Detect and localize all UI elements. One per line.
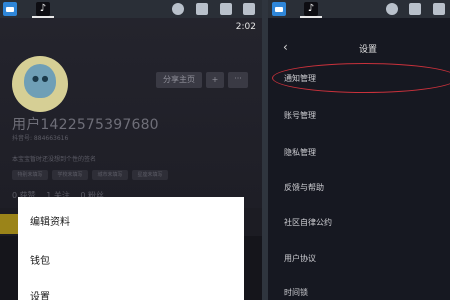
setting-item-account[interactable]: 账号管理 <box>284 110 316 121</box>
window-icon[interactable] <box>220 3 232 15</box>
menu-item-edit-profile[interactable]: 编辑资料 <box>30 213 70 228</box>
tiktok-app-icon[interactable]: ♪ <box>304 2 318 16</box>
share-profile-button[interactable]: 分享主页 <box>156 72 202 88</box>
active-tab-indicator <box>300 16 322 18</box>
profile-menu-sheet: 编辑资料 钱包 设置 <box>18 197 244 300</box>
user-icon[interactable] <box>172 3 184 15</box>
minimize-icon[interactable] <box>243 3 255 15</box>
avatar-eyes: ● ● <box>32 74 49 83</box>
left-titlebar: ♪ <box>0 0 262 18</box>
setting-item-privacy[interactable]: 隐私管理 <box>284 147 316 158</box>
douyin-id: 抖音号: 884663616 <box>12 135 69 142</box>
setting-item-time-lock[interactable]: 时间锁 <box>284 287 308 298</box>
more-icon: ··· <box>234 74 242 83</box>
setting-item-community[interactable]: 社区自律公约 <box>284 217 332 228</box>
profile-tag[interactable]: 星座未填写 <box>132 170 168 180</box>
accent-strip <box>0 214 18 234</box>
setting-item-user-agreement[interactable]: 用户协议 <box>284 253 316 264</box>
profile-tag[interactable]: 城市未填写 <box>92 170 128 180</box>
user-icon[interactable] <box>386 3 398 15</box>
shirt-icon[interactable] <box>196 3 208 15</box>
add-friend-button[interactable]: + <box>206 72 224 88</box>
desktop-app-icon[interactable] <box>3 2 17 16</box>
tiktok-glyph: ♪ <box>39 3 47 14</box>
status-time: 2:02 <box>235 22 256 32</box>
avatar[interactable]: ● ● <box>12 56 68 112</box>
profile-tag[interactable]: 学校未填写 <box>52 170 88 180</box>
right-titlebar: ♪ <box>268 0 450 18</box>
menu-item-settings[interactable]: 设置 <box>30 288 50 300</box>
setting-item-feedback[interactable]: 反馈与帮助 <box>284 182 324 193</box>
bio: 本宝宝暂时还没想到个性的签名 <box>12 156 97 163</box>
tiktok-app-icon[interactable]: ♪ <box>36 2 50 16</box>
profile-tag[interactable]: 特别未填写 <box>12 170 48 180</box>
left-window: ♪ 2:02 ● ● 分享主页 + ··· 用户1422575397680 抖音… <box>0 0 262 300</box>
right-window: ♪ ‹ 设置 通知管理 账号管理 隐私管理 反馈与帮助 社区自律公约 用户协议 … <box>268 0 450 300</box>
highlight-ellipse <box>272 63 450 93</box>
window-icon[interactable] <box>433 3 445 15</box>
tiktok-glyph: ♪ <box>307 3 315 14</box>
shirt-icon[interactable] <box>409 3 421 15</box>
more-button[interactable]: ··· <box>228 72 248 88</box>
desktop-app-icon[interactable] <box>272 2 286 16</box>
add-friend-icon: + <box>211 75 219 84</box>
username: 用户1422575397680 <box>12 117 159 133</box>
menu-item-wallet[interactable]: 钱包 <box>30 252 50 267</box>
page-title: 设置 <box>358 45 377 55</box>
